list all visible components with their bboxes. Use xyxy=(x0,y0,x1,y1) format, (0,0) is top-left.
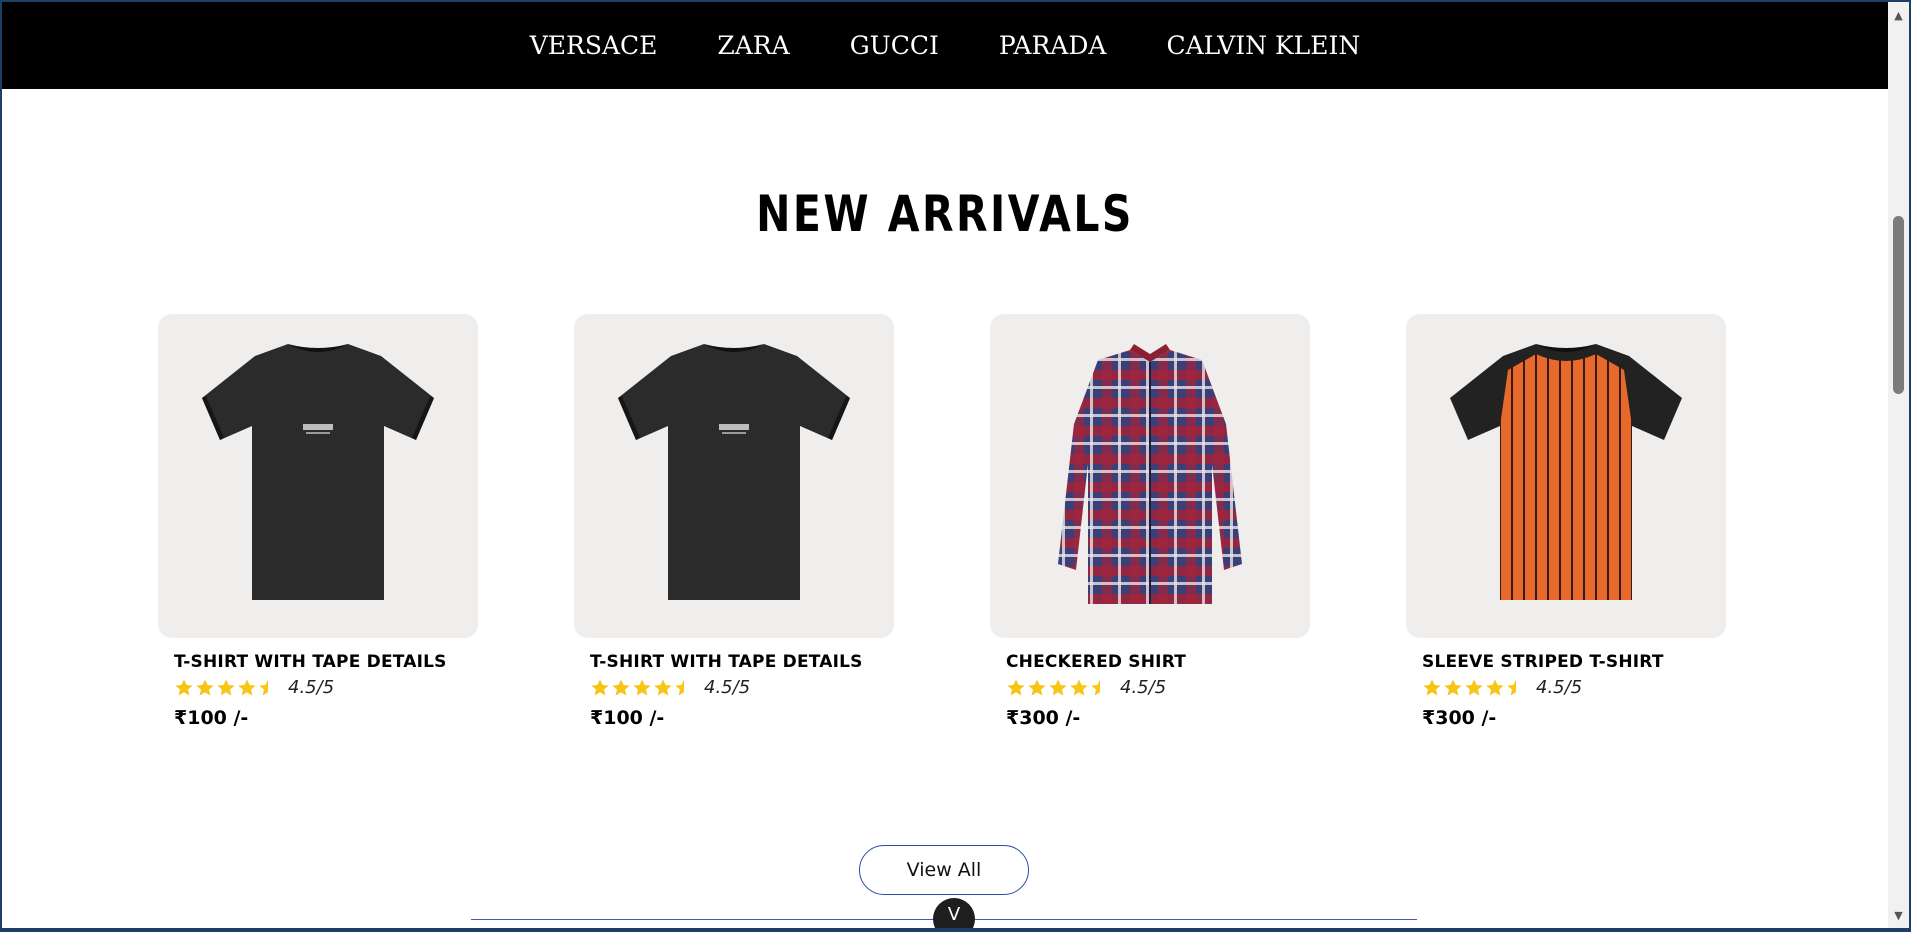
brand-link-versace[interactable]: VERSACE xyxy=(530,31,658,60)
brand-link-calvin-klein[interactable]: CALVIN KLEIN xyxy=(1166,31,1360,60)
product-image[interactable] xyxy=(158,314,478,638)
section-title: NEW ARRIVALS xyxy=(756,185,1134,243)
product-rating: 4.5/5 xyxy=(590,677,894,698)
star-icon xyxy=(1465,679,1483,695)
rating-text: 4.5/5 xyxy=(1120,677,1167,698)
checkered-shirt-image xyxy=(1058,344,1242,604)
star-rating xyxy=(1422,678,1526,698)
star-icon xyxy=(238,679,256,695)
star-icon xyxy=(612,679,630,695)
rating-text: 4.5/5 xyxy=(704,677,751,698)
product-card[interactable]: T-SHIRT WITH TAPE DETAILS 4.5/5 ₹100 /- xyxy=(158,314,478,729)
product-name[interactable]: SLEEVE STRIPED T-SHIRT xyxy=(1422,652,1726,672)
star-icon xyxy=(217,679,235,695)
star-rating xyxy=(590,678,694,698)
star-icon xyxy=(1070,679,1088,695)
product-card[interactable]: SLEEVE STRIPED T-SHIRT 4.5/5 ₹300 /- xyxy=(1406,314,1726,729)
rating-text: 4.5/5 xyxy=(288,677,335,698)
star-icon xyxy=(1486,679,1504,695)
scroll-down-button[interactable]: V xyxy=(933,898,975,928)
product-rating: 4.5/5 xyxy=(1006,677,1310,698)
product-price: ₹300 /- xyxy=(1006,707,1081,729)
star-icon xyxy=(1423,679,1441,695)
browser-window: VERSACE ZARA GUCCI PARADA CALVIN KLEIN N… xyxy=(2,2,1909,928)
product-card[interactable]: CHECKERED SHIRT 4.5/5 ₹300 /- xyxy=(990,314,1310,729)
star-icon xyxy=(1049,679,1067,695)
black-tshirt-image xyxy=(202,344,434,600)
half-star-icon xyxy=(1507,679,1516,695)
vertical-scrollbar[interactable]: ▲ ▼ xyxy=(1888,2,1909,928)
product-image[interactable] xyxy=(990,314,1310,638)
product-image[interactable] xyxy=(1406,314,1726,638)
rating-text: 4.5/5 xyxy=(1536,677,1583,698)
brand-link-zara[interactable]: ZARA xyxy=(717,31,789,60)
orange-striped-tshirt-image xyxy=(1450,344,1682,600)
brand-link-parada[interactable]: PARADA xyxy=(999,31,1107,60)
page-viewport: VERSACE ZARA GUCCI PARADA CALVIN KLEIN N… xyxy=(2,2,1888,928)
product-card[interactable]: T-SHIRT WITH TAPE DETAILS 4.5/5 ₹100 /- xyxy=(574,314,894,729)
product-price: ₹100 /- xyxy=(174,707,249,729)
star-rating xyxy=(174,678,278,698)
star-icon xyxy=(591,679,609,695)
brand-bar: VERSACE ZARA GUCCI PARADA CALVIN KLEIN xyxy=(2,2,1888,89)
star-icon xyxy=(1444,679,1462,695)
half-star-icon xyxy=(1091,679,1100,695)
star-icon xyxy=(175,679,193,695)
product-price: ₹300 /- xyxy=(1422,707,1497,729)
star-icon xyxy=(1007,679,1025,695)
product-name[interactable]: T-SHIRT WITH TAPE DETAILS xyxy=(174,652,478,672)
star-icon xyxy=(633,679,651,695)
scroll-down-arrow-icon[interactable]: ▼ xyxy=(1888,906,1909,924)
product-name[interactable]: T-SHIRT WITH TAPE DETAILS xyxy=(590,652,894,672)
scrollbar-thumb[interactable] xyxy=(1893,216,1904,394)
brand-link-gucci[interactable]: GUCCI xyxy=(850,31,939,60)
star-rating xyxy=(1006,678,1110,698)
product-image[interactable] xyxy=(574,314,894,638)
product-rating: 4.5/5 xyxy=(174,677,478,698)
view-all-button[interactable]: View All xyxy=(859,845,1029,895)
scroll-up-arrow-icon[interactable]: ▲ xyxy=(1888,6,1909,24)
product-name[interactable]: CHECKERED SHIRT xyxy=(1006,652,1310,672)
star-icon xyxy=(1028,679,1046,695)
product-price: ₹100 /- xyxy=(590,707,665,729)
black-tshirt-image xyxy=(618,344,850,600)
star-icon xyxy=(654,679,672,695)
product-rating: 4.5/5 xyxy=(1422,677,1726,698)
star-icon xyxy=(196,679,214,695)
half-star-icon xyxy=(259,679,268,695)
half-star-icon xyxy=(675,679,684,695)
